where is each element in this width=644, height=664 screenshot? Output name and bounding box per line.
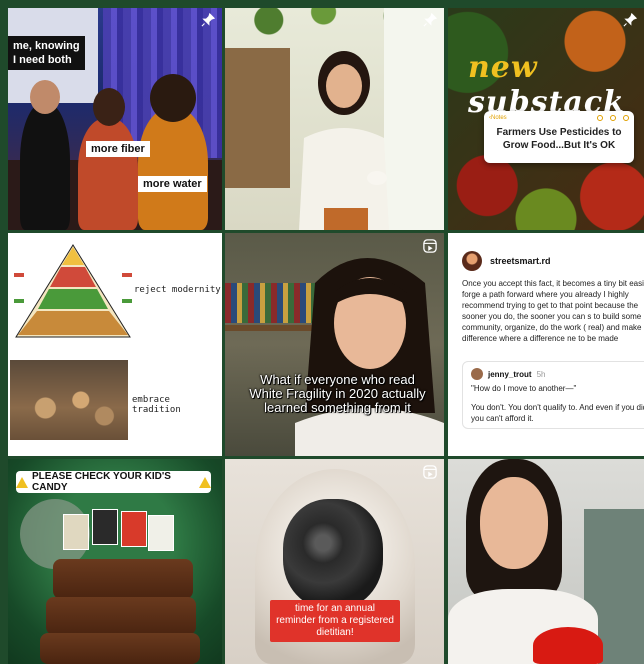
- red-container-lid: [533, 627, 603, 664]
- post-tile-7[interactable]: PLEASE CHECK YOUR KID'S CANDY: [8, 459, 222, 664]
- panelist-3-head: [150, 74, 196, 122]
- peanut-butter-cup: [46, 597, 196, 635]
- kitchen-shelf: [225, 48, 290, 188]
- book-cover: [63, 514, 89, 550]
- caption-reject-modernity: reject modernity: [134, 285, 221, 295]
- reel-caption: What if everyone who read White Fragilit…: [249, 372, 426, 415]
- notes-card: ‹ Notes Farmers Use Pesticides to Grow F…: [484, 111, 634, 163]
- candy-warning-banner: PLEASE CHECK YOUR KID'S CANDY: [16, 471, 211, 493]
- warning-icon: [16, 476, 28, 488]
- post-author: streetsmart.rd: [462, 251, 551, 271]
- share-icon: [597, 115, 603, 121]
- book-cover: [148, 515, 174, 551]
- more-icon: [623, 115, 629, 121]
- woman-figure: [295, 258, 444, 456]
- profile-post-grid: me, knowing I need both more fiber more …: [8, 8, 644, 664]
- markup-icon: [610, 115, 616, 121]
- peanut-butter-cup: [40, 633, 200, 664]
- panelist-1-head: [30, 80, 60, 114]
- post-tile-3[interactable]: new substack ‹ Notes Farmers Use Pestici…: [448, 8, 644, 230]
- panelist-2-head: [93, 88, 125, 126]
- panelist-3: [138, 108, 208, 230]
- notes-header: Notes: [491, 115, 507, 121]
- post-tile-9[interactable]: [448, 459, 644, 664]
- reply-answer: You don't. You don't qualify to. And eve…: [471, 403, 644, 423]
- notes-toolbar: ‹ Notes: [484, 111, 634, 125]
- food-pyramid-image: [14, 244, 132, 338]
- avatar: [462, 251, 482, 271]
- new-substack-title: new substack: [468, 50, 644, 120]
- label-line-1: me, knowing: [13, 40, 80, 52]
- pin-icon: [201, 13, 215, 27]
- quoted-reply: jenny_trout 5h "How do I move to another…: [462, 361, 644, 429]
- label-more-fiber: more fiber: [86, 141, 150, 157]
- reply-quote: "How do I move to another—": [471, 384, 577, 393]
- reply-username: jenny_trout: [488, 369, 532, 379]
- woman-figure: [299, 51, 389, 230]
- post-tile-1[interactable]: me, knowing I need both more fiber more …: [8, 8, 222, 230]
- pin-icon: [623, 13, 637, 27]
- warning-icon: [199, 476, 211, 488]
- reply-avatar: [471, 368, 483, 380]
- woman-face: [480, 477, 548, 569]
- pin-icon: [423, 13, 437, 27]
- post-tile-6[interactable]: streetsmart.rd Once you accept this fact…: [448, 233, 644, 456]
- post-tile-8[interactable]: time for an annual reminder from a regis…: [225, 459, 444, 664]
- post-tile-2[interactable]: [225, 8, 444, 230]
- panelist-2: [78, 118, 138, 230]
- book-cover: [121, 511, 147, 547]
- post-tile-4[interactable]: reject modernity embrace tradition: [8, 233, 222, 456]
- reel-icon: [423, 239, 437, 253]
- notes-text: Farmers Use Pesticides to Grow Food...Bu…: [496, 127, 622, 151]
- book-cover: [92, 509, 118, 545]
- reply-time: 5h: [536, 369, 546, 379]
- label-line-2: I need both: [13, 54, 72, 66]
- post-body-text: Once you accept this fact, it becomes a …: [462, 279, 644, 343]
- cave-painting-image: [10, 360, 128, 440]
- caption-embrace-tradition: embrace tradition: [132, 395, 181, 415]
- peanut-butter-cup: [53, 559, 193, 599]
- label-me-knowing: me, knowing I need both: [8, 36, 85, 70]
- label-more-water: more water: [138, 176, 207, 192]
- title-word-new: new: [468, 50, 538, 85]
- banner-text: PLEASE CHECK YOUR KID'S CANDY: [32, 471, 171, 493]
- author-username: streetsmart.rd: [490, 256, 551, 266]
- reel-caption: time for an annual reminder from a regis…: [270, 600, 400, 642]
- masked-face: [283, 499, 383, 609]
- panelist-1: [20, 103, 70, 230]
- post-tile-5[interactable]: What if everyone who read White Fragilit…: [225, 233, 444, 456]
- reel-icon: [423, 465, 437, 479]
